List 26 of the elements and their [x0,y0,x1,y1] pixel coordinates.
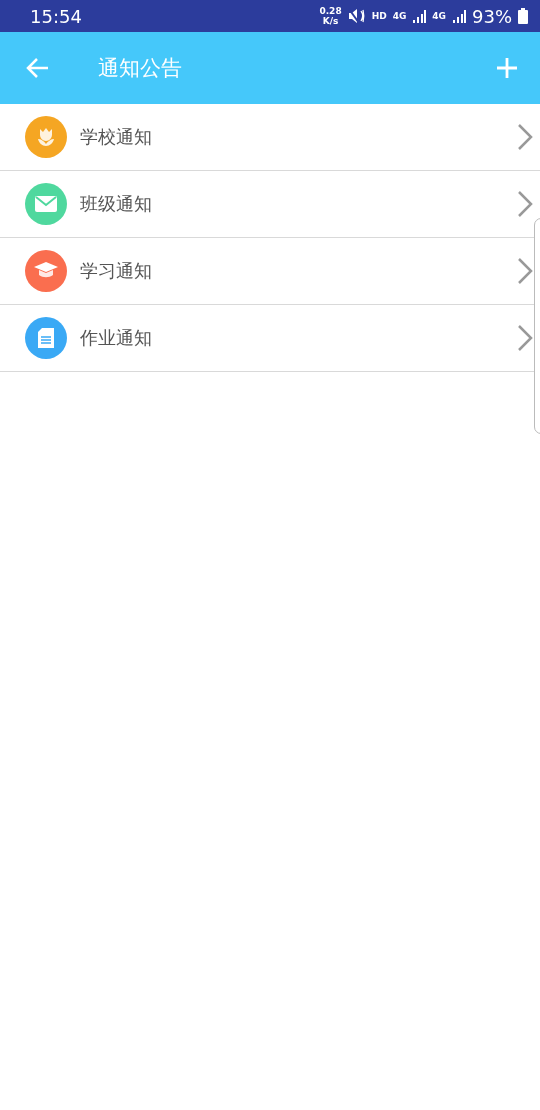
signal-icon [452,9,466,23]
hd-indicator: HD [371,11,387,21]
category-label: 学习通知 [80,259,153,283]
notice-category-item[interactable]: 学习通知 [0,238,533,304]
flower-icon [35,126,57,148]
mute-icon [347,8,366,24]
network-speed: 0.28 K/s [319,6,342,26]
chevron-right-icon [517,324,533,352]
category-label: 学校通知 [80,125,153,149]
page-title: 通知公告 [98,55,183,82]
notice-category-item[interactable]: 作业通知 [0,305,533,371]
chevron-right-icon [517,190,533,218]
network-type: 4G [432,11,446,21]
clock: 15:54 [30,5,83,27]
chevron-right-icon [517,123,533,151]
notice-category-item[interactable]: 学校通知 [0,104,533,170]
battery-icon [518,8,528,24]
category-label: 班级通知 [80,192,153,216]
chevron-right-icon [517,257,533,285]
network-type: 4G [392,11,407,21]
signal-icon [412,9,427,23]
document-icon [37,327,55,349]
category-label: 作业通知 [80,326,153,350]
battery-level: 93% [472,5,512,27]
envelope-icon [35,196,57,212]
notice-category-item[interactable]: 班级通知 [0,171,533,237]
